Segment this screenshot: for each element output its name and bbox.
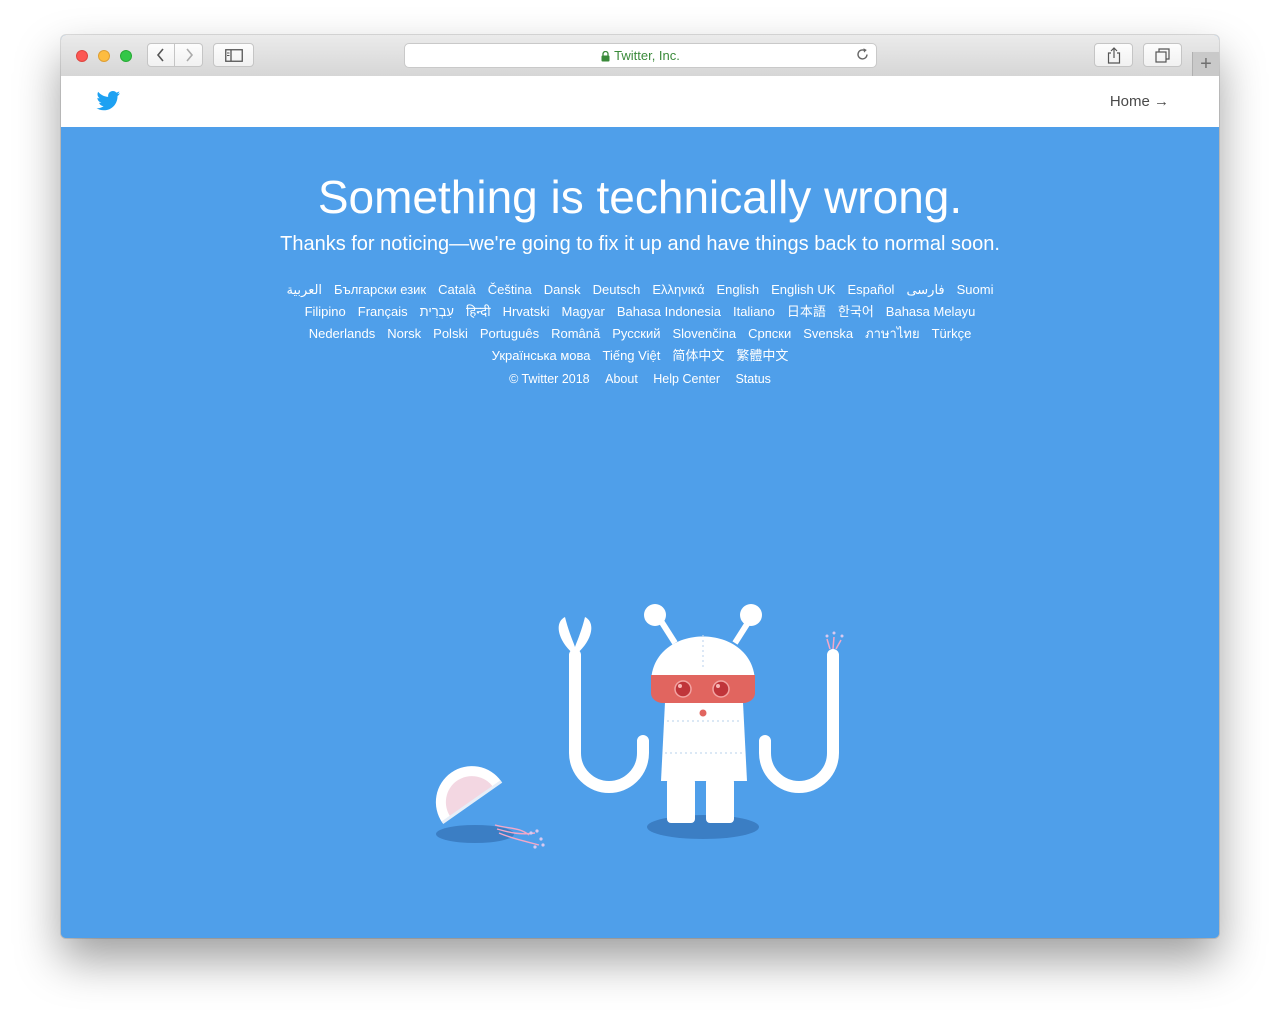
language-link[interactable]: Norsk: [387, 323, 421, 345]
address-bar[interactable]: Twitter, Inc.: [404, 43, 877, 68]
nav-button-group: [147, 43, 203, 67]
robot-left-eye: [674, 680, 692, 698]
robot-claw: [558, 617, 592, 655]
robot-left-leg: [667, 778, 695, 823]
language-link[interactable]: 繁體中文: [736, 345, 788, 367]
language-link[interactable]: 日本語: [787, 301, 826, 323]
robot-left-arm: [569, 649, 649, 793]
site-header: Home →: [61, 76, 1219, 127]
robot-mouth: [699, 709, 707, 717]
robot-visor: [651, 675, 755, 703]
robot-right-leg: [706, 778, 734, 823]
language-link[interactable]: Italiano: [733, 301, 775, 323]
language-link[interactable]: Bahasa Indonesia: [617, 301, 721, 323]
language-link[interactable]: Bahasa Melayu: [886, 301, 976, 323]
browser-toolbar: Twitter, Inc. +: [61, 35, 1219, 77]
chevron-right-icon: [185, 48, 193, 62]
browser-window: Twitter, Inc. + Home → Something is tech…: [61, 35, 1219, 938]
language-link[interactable]: فارسی: [906, 279, 944, 301]
error-page: Something is technically wrong. Thanks f…: [61, 127, 1219, 938]
language-link[interactable]: Polski: [433, 323, 468, 345]
minimize-window-button[interactable]: [98, 50, 110, 62]
footer-links: © Twitter 2018 About Help Center Status: [61, 372, 1219, 386]
robot-broken-wires: [826, 636, 842, 650]
language-link[interactable]: Српски: [748, 323, 791, 345]
language-link[interactable]: Українська мова: [492, 345, 591, 367]
language-link[interactable]: Deutsch: [593, 279, 641, 301]
language-link[interactable]: Română: [551, 323, 600, 345]
back-button[interactable]: [147, 43, 175, 67]
language-link[interactable]: Nederlands: [309, 323, 376, 345]
language-link[interactable]: Slovenčina: [673, 323, 737, 345]
share-button[interactable]: [1094, 43, 1133, 67]
language-link[interactable]: Dansk: [544, 279, 581, 301]
language-link[interactable]: العربية: [287, 279, 323, 301]
language-link[interactable]: Čeština: [488, 279, 532, 301]
robot-left-antenna: [644, 604, 666, 626]
language-link[interactable]: ภาษาไทย: [865, 323, 919, 345]
broken-robot-illustration: [435, 604, 844, 849]
maximize-window-button[interactable]: [120, 50, 132, 62]
language-link[interactable]: עִבְרִית: [420, 301, 454, 323]
language-link[interactable]: Русский: [612, 323, 660, 345]
language-link[interactable]: Español: [847, 279, 894, 301]
language-link[interactable]: Filipino: [305, 301, 346, 323]
language-link[interactable]: Türkçe: [932, 323, 972, 345]
sidebar-icon: [224, 48, 243, 62]
tabs-icon: [1155, 47, 1170, 63]
robot-right-antenna: [740, 604, 762, 626]
broken-helmet: [435, 766, 503, 824]
close-window-button[interactable]: [76, 50, 88, 62]
language-link[interactable]: Български език: [334, 279, 426, 301]
language-link[interactable]: English: [717, 279, 760, 301]
address-text: Twitter, Inc.: [614, 48, 680, 63]
language-link[interactable]: Magyar: [562, 301, 605, 323]
language-link[interactable]: 한국어: [838, 301, 874, 323]
language-link[interactable]: Svenska: [803, 323, 853, 345]
help-center-link[interactable]: Help Center: [653, 372, 720, 386]
language-link[interactable]: Français: [358, 301, 408, 323]
sidebar-toggle-button[interactable]: [213, 43, 254, 67]
about-link[interactable]: About: [605, 372, 638, 386]
share-icon: [1107, 46, 1120, 64]
robot-right-arm: [759, 649, 839, 793]
language-link[interactable]: Hrvatski: [503, 301, 550, 323]
language-link[interactable]: Português: [480, 323, 539, 345]
home-link[interactable]: Home →: [1110, 93, 1169, 110]
language-link[interactable]: Tiếng Việt: [603, 345, 661, 367]
lock-icon: [601, 51, 610, 62]
page-subtitle: Thanks for noticing—we're going to fix i…: [280, 233, 1000, 255]
status-link[interactable]: Status: [735, 372, 770, 386]
language-link[interactable]: Català: [438, 279, 476, 301]
robot-right-eye: [712, 680, 730, 698]
language-link[interactable]: हिन्दी: [466, 301, 491, 323]
forward-button[interactable]: [175, 43, 203, 67]
twitter-bird-icon[interactable]: [96, 91, 121, 111]
tabs-overview-button[interactable]: [1143, 43, 1182, 67]
robot-shadow: [647, 815, 759, 839]
new-tab-button[interactable]: +: [1192, 52, 1219, 76]
language-link[interactable]: English UK: [771, 279, 835, 301]
language-link[interactable]: Ελληνικά: [652, 279, 704, 301]
chevron-left-icon: [156, 48, 164, 62]
page-title: Something is technically wrong.: [317, 171, 963, 223]
reload-icon[interactable]: [855, 47, 870, 62]
copyright-text: © Twitter 2018: [509, 372, 590, 386]
language-link[interactable]: 简体中文: [672, 345, 724, 367]
language-link[interactable]: Suomi: [957, 279, 994, 301]
language-list: العربية Български език Català Čeština Dansk D…: [261, 279, 1019, 367]
